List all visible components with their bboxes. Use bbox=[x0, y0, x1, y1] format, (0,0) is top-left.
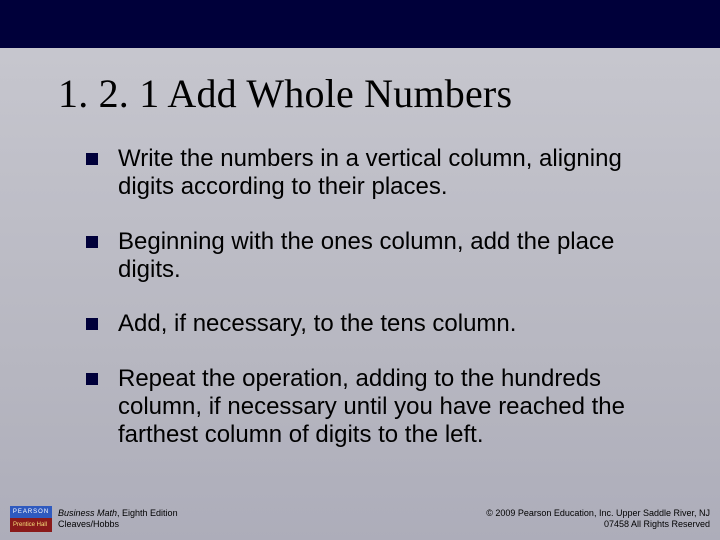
slide-content: 1. 2. 1 Add Whole Numbers Write the numb… bbox=[58, 70, 680, 476]
top-stripe bbox=[0, 0, 720, 48]
book-edition: , Eighth Edition bbox=[117, 508, 178, 518]
bullet-item: Write the numbers in a vertical column, … bbox=[86, 145, 680, 202]
pearson-logo: PEARSON Prentice Hall bbox=[10, 506, 52, 532]
logo-bottom-text: Prentice Hall bbox=[10, 518, 52, 532]
bullet-item: Beginning with the ones column, add the … bbox=[86, 228, 680, 285]
copyright-line-1: © 2009 Pearson Education, Inc. Upper Sad… bbox=[486, 508, 710, 519]
bullet-list: Write the numbers in a vertical column, … bbox=[58, 145, 680, 450]
logo-top-text: PEARSON bbox=[10, 506, 52, 518]
bullet-item: Add, if necessary, to the tens column. bbox=[86, 310, 680, 338]
bullet-item: Repeat the operation, adding to the hund… bbox=[86, 365, 680, 450]
credits: Business Math, Eighth Edition Cleaves/Ho… bbox=[58, 508, 178, 530]
book-title: Business Math bbox=[58, 508, 117, 518]
footer: PEARSON Prentice Hall Business Math, Eig… bbox=[10, 506, 710, 532]
footer-left: PEARSON Prentice Hall Business Math, Eig… bbox=[10, 506, 178, 532]
footer-right: © 2009 Pearson Education, Inc. Upper Sad… bbox=[486, 508, 710, 530]
book-authors: Cleaves/Hobbs bbox=[58, 519, 178, 530]
slide-title: 1. 2. 1 Add Whole Numbers bbox=[58, 70, 680, 117]
copyright-line-2: 07458 All Rights Reserved bbox=[486, 519, 710, 530]
